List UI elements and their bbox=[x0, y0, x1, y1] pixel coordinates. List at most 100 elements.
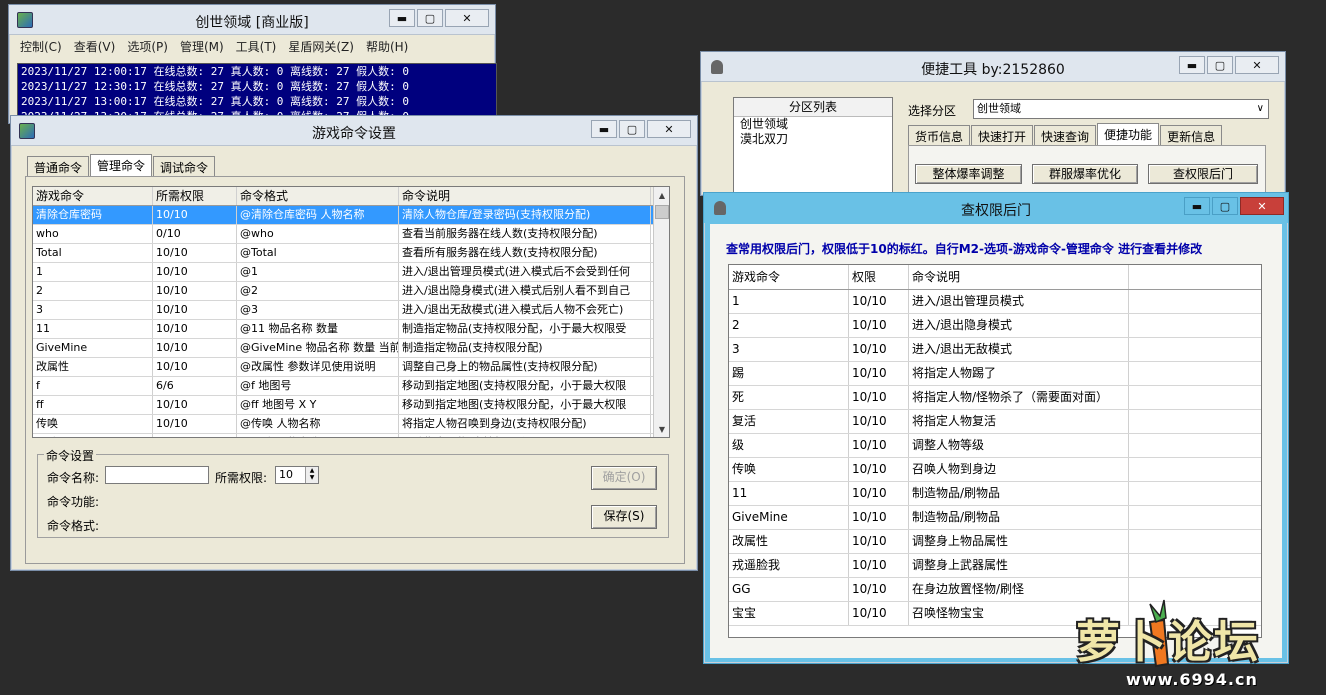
log-line: 2023/11/27 13:00:17 在线总数: 27 真人数: 0 离线数:… bbox=[21, 95, 410, 108]
col-header-description[interactable]: 命令说明 bbox=[909, 265, 1129, 289]
partition-list[interactable]: 分区列表 创世领域 漠北双刀 bbox=[733, 97, 893, 197]
partition-select-value: 创世领域 bbox=[977, 102, 1021, 115]
table-cell: 进入/退出无敌模式 bbox=[909, 338, 1129, 361]
table-cell: 查看所有服务器在线人数(支持权限分配) bbox=[399, 244, 651, 262]
table-row[interactable]: who 0/10 @who 查看当前服务器在线人数(支持权限分配) bbox=[33, 225, 669, 244]
table-cell: @f 地图号 bbox=[237, 377, 399, 395]
table-row[interactable]: 跟踪10/10@跟踪 人物名称跟踪指定人物(支持权限分配) bbox=[33, 434, 669, 437]
table-row[interactable]: 踢 10/10 将指定人物踢了 bbox=[729, 362, 1261, 386]
table-cell: 调整人物等级 bbox=[909, 434, 1129, 457]
table-row[interactable]: 1 10/10 @1 进入/退出管理员模式(进入模式后不会受到任何 bbox=[33, 263, 669, 282]
col-header-description[interactable]: 命令说明 bbox=[399, 187, 651, 205]
settings-group-label: 命令设置 bbox=[44, 447, 97, 464]
table-row[interactable]: 复活 10/10 将指定人物复活 bbox=[729, 410, 1261, 434]
tab-admin-commands[interactable]: 管理命令 bbox=[90, 154, 153, 178]
table-row[interactable]: GiveMine 10/10 @GiveMine 物品名称 数量 当前 制造指定物品(… bbox=[33, 339, 669, 358]
table-cell: 将指定人物踢了 bbox=[909, 362, 1129, 385]
server-log[interactable]: 2023/11/27 12:00:17 在线总数: 27 真人数: 0 离线数:… bbox=[17, 63, 497, 123]
spinner-arrows[interactable]: ▲ ▼ bbox=[305, 467, 318, 483]
table-row[interactable]: 戎遥脸我 10/10 调整身上武器属性 bbox=[729, 554, 1261, 578]
partition-select[interactable]: 创世领域 ∨ bbox=[973, 99, 1269, 119]
group-droprate-button[interactable]: 群服爆率优化 bbox=[1032, 164, 1138, 184]
menu-options[interactable]: 选项(P) bbox=[127, 38, 168, 55]
table-cell: 调整身上武器属性 bbox=[909, 554, 1129, 577]
table-cell: 改属性 bbox=[729, 530, 849, 553]
table-row[interactable]: 改属性 10/10 调整身上物品属性 bbox=[729, 530, 1261, 554]
table-cell: GG bbox=[729, 578, 849, 601]
maximize-button[interactable]: ▢ bbox=[1207, 56, 1233, 74]
table-cell: 2 bbox=[33, 282, 153, 300]
command-name-input[interactable] bbox=[105, 466, 209, 484]
col-header-permission[interactable]: 所需权限 bbox=[153, 187, 237, 205]
table-row[interactable]: 级 10/10 调整人物等级 bbox=[729, 434, 1261, 458]
close-button[interactable]: ✕ bbox=[1240, 197, 1284, 215]
table-cell: 进入/退出无敌模式(进入模式后人物不会死亡) bbox=[399, 301, 651, 319]
table-row[interactable]: 改属性 10/10 @改属性 参数详见使用说明 调整自己身上的物品属性(支持权限分配) bbox=[33, 358, 669, 377]
table-row[interactable]: 11 10/10 @11 物品名称 数量 制造指定物品(支持权限分配，小于最大权限受 bbox=[33, 320, 669, 339]
table-cell: 10/10 bbox=[849, 338, 909, 361]
chevron-down-icon[interactable]: ∨ bbox=[1257, 100, 1264, 118]
menu-gateway[interactable]: 星盾网关(Z) bbox=[288, 38, 354, 55]
table-row[interactable]: 清除仓库密码 10/10 @清除仓库密码 人物名称 清除人物仓库/登录密码(支持权限分… bbox=[33, 206, 669, 225]
menu-tools[interactable]: 工具(T) bbox=[236, 38, 277, 55]
partition-item[interactable]: 创世领域 bbox=[734, 117, 892, 132]
table-cell: 进入/退出管理员模式(进入模式后不会受到任何 bbox=[399, 263, 651, 281]
tab-convenience[interactable]: 便捷功能 bbox=[1097, 123, 1160, 147]
scroll-down-icon[interactable]: ▼ bbox=[654, 421, 669, 437]
table-cell: 清除仓库密码 bbox=[33, 206, 153, 224]
close-button[interactable]: ✕ bbox=[1235, 56, 1279, 74]
table-scrollbar[interactable]: ▲ ▼ bbox=[653, 187, 669, 437]
minimize-button[interactable]: ▬ bbox=[389, 9, 415, 27]
table-row[interactable]: 传唤 10/10 召唤人物到身边 bbox=[729, 458, 1261, 482]
overall-droprate-button[interactable]: 整体爆率调整 bbox=[915, 164, 1022, 184]
col-header-format[interactable]: 命令格式 bbox=[237, 187, 399, 205]
table-row[interactable]: 1 10/10 进入/退出管理员模式 bbox=[729, 290, 1261, 314]
table-cell: 10/10 bbox=[849, 482, 909, 505]
close-button[interactable]: ✕ bbox=[445, 9, 489, 27]
minimize-button[interactable]: ▬ bbox=[1179, 56, 1205, 74]
menu-control[interactable]: 控制(C) bbox=[20, 38, 62, 55]
minimize-button[interactable]: ▬ bbox=[1184, 197, 1210, 215]
scroll-up-icon[interactable]: ▲ bbox=[654, 187, 669, 203]
scroll-thumb[interactable] bbox=[655, 205, 669, 219]
table-cell: 10/10 bbox=[849, 554, 909, 577]
col-header-permission[interactable]: 权限 bbox=[849, 265, 909, 289]
table-row[interactable]: f 6/6 @f 地图号 移动到指定地图(支持权限分配，小于最大权限 bbox=[33, 377, 669, 396]
maximize-button[interactable]: ▢ bbox=[1212, 197, 1238, 215]
table-cell: 10/10 bbox=[849, 290, 909, 313]
perm-table[interactable]: 游戏命令 权限 命令说明 1 10/10 进入/退出管理员模式 2 10/10 进入/退出… bbox=[728, 264, 1262, 638]
menu-help[interactable]: 帮助(H) bbox=[366, 38, 408, 55]
confirm-button[interactable]: 确定(O) bbox=[591, 466, 657, 490]
command-table[interactable]: 游戏命令 所需权限 命令格式 命令说明 清除仓库密码 10/10 @清除仓库密码 人… bbox=[32, 186, 670, 438]
col-header-command[interactable]: 游戏命令 bbox=[729, 265, 849, 289]
table-row[interactable]: 死 10/10 将指定人物/怪物杀了（需要面对面） bbox=[729, 386, 1261, 410]
spin-up-icon[interactable]: ▲ bbox=[306, 467, 318, 474]
table-row[interactable]: 2 10/10 @2 进入/退出隐身模式(进入模式后别人看不到自己 bbox=[33, 282, 669, 301]
save-button[interactable]: 保存(S) bbox=[591, 505, 657, 529]
table-row[interactable]: Total 10/10 @Total 查看所有服务器在线人数(支持权限分配) bbox=[33, 244, 669, 263]
partition-item[interactable]: 漠北双刀 bbox=[734, 132, 892, 147]
minimize-button[interactable]: ▬ bbox=[591, 120, 617, 138]
log-line: 2023/11/27 12:30:17 在线总数: 27 真人数: 0 离线数:… bbox=[21, 80, 410, 93]
table-cell: @11 物品名称 数量 bbox=[237, 320, 399, 338]
menu-view[interactable]: 查看(V) bbox=[74, 38, 116, 55]
table-row[interactable]: 3 10/10 进入/退出无敌模式 bbox=[729, 338, 1261, 362]
select-partition-label: 选择分区 bbox=[908, 104, 957, 118]
table-row[interactable]: 11 10/10 制造物品/刷物品 bbox=[729, 482, 1261, 506]
table-cell: 将指定人物复活 bbox=[909, 410, 1129, 433]
check-backdoor-button[interactable]: 查权限后门 bbox=[1148, 164, 1258, 184]
maximize-button[interactable]: ▢ bbox=[417, 9, 443, 27]
menu-manage[interactable]: 管理(M) bbox=[180, 38, 224, 55]
permission-spinner[interactable]: 10 ▲ ▼ bbox=[275, 466, 319, 484]
table-row[interactable]: GiveMine 10/10 制造物品/刷物品 bbox=[729, 506, 1261, 530]
table-cell: 宝宝 bbox=[729, 602, 849, 625]
table-row[interactable]: 传唤 10/10 @传唤 人物名称 将指定人物召唤到身边(支持权限分配) bbox=[33, 415, 669, 434]
table-row[interactable]: ff 10/10 @ff 地图号 X Y 移动到指定地图(支持权限分配，小于最大权限 bbox=[33, 396, 669, 415]
spin-down-icon[interactable]: ▼ bbox=[306, 474, 318, 481]
table-row[interactable]: 3 10/10 @3 进入/退出无敌模式(进入模式后人物不会死亡) bbox=[33, 301, 669, 320]
maximize-button[interactable]: ▢ bbox=[619, 120, 645, 138]
table-row[interactable]: 2 10/10 进入/退出隐身模式 bbox=[729, 314, 1261, 338]
close-button[interactable]: ✕ bbox=[647, 120, 691, 138]
col-header-command[interactable]: 游戏命令 bbox=[33, 187, 153, 205]
watermark: 萝卜论坛 www.6994.cn bbox=[1072, 592, 1322, 692]
